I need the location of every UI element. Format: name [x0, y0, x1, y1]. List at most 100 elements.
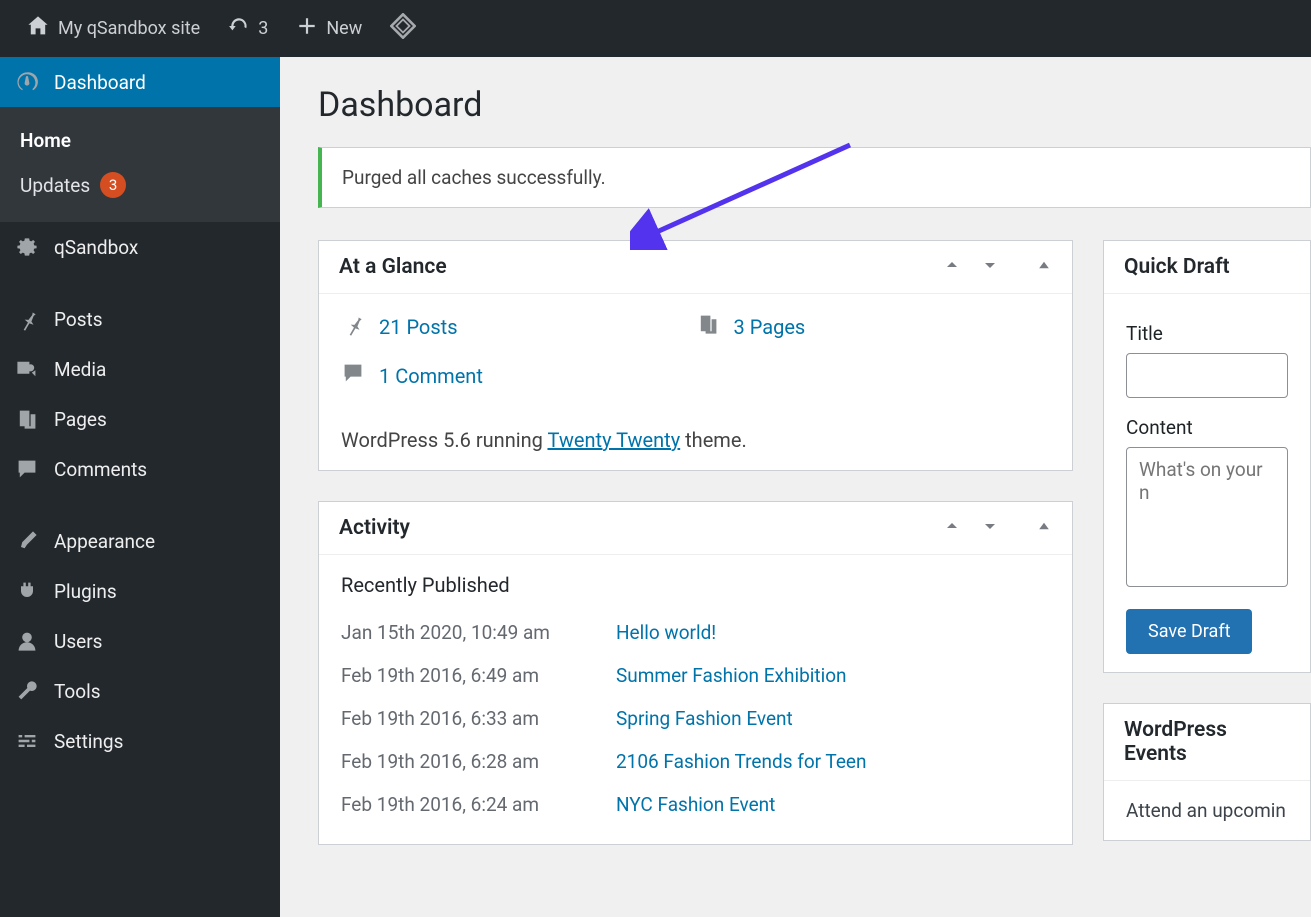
content-label: Content	[1126, 416, 1288, 439]
title-label: Title	[1126, 322, 1288, 345]
pin-icon	[14, 307, 40, 331]
widget-header[interactable]: Quick Draft	[1104, 241, 1310, 294]
menu-label: Plugins	[54, 580, 117, 603]
menu-posts[interactable]: Posts	[0, 294, 280, 344]
activity-subtitle: Recently Published	[341, 573, 1050, 597]
updates-count: 3	[258, 18, 268, 39]
menu-label: Posts	[54, 308, 103, 331]
menu-media[interactable]: Media	[0, 344, 280, 394]
dashboard-icon	[14, 70, 40, 94]
activity-row: Feb 19th 2016, 6:24 amNYC Fashion Event	[341, 783, 1050, 826]
activity-date: Feb 19th 2016, 6:28 am	[341, 750, 616, 773]
at-a-glance-widget: At a Glance 21 Posts	[318, 240, 1073, 471]
activity-post-link[interactable]: 2106 Fashion Trends for Teen	[616, 750, 867, 773]
activity-widget: Activity Recently Published Jan 15th 202…	[318, 501, 1073, 845]
comments-count-link[interactable]: 1 Comment	[341, 361, 1050, 390]
wordpress-version-text: WordPress 5.6 running Twenty Twenty them…	[341, 410, 1050, 452]
activity-post-link[interactable]: Spring Fashion Event	[616, 707, 793, 730]
plus-icon	[296, 15, 318, 42]
success-notice: Purged all caches successfully.	[318, 147, 1311, 208]
menu-qsandbox[interactable]: qSandbox	[0, 222, 280, 272]
dashboard-submenu: Home Updates 3	[0, 107, 280, 222]
activity-post-link[interactable]: Summer Fashion Exhibition	[616, 664, 847, 687]
page-title: Dashboard	[318, 85, 1311, 125]
wrench-icon	[14, 679, 40, 703]
menu-settings[interactable]: Settings	[0, 716, 280, 766]
new-content-link[interactable]: New	[282, 0, 376, 57]
site-name: My qSandbox site	[58, 18, 200, 39]
activity-row: Jan 15th 2020, 10:49 amHello world!	[341, 611, 1050, 654]
activity-post-link[interactable]: NYC Fashion Event	[616, 793, 775, 816]
menu-label: qSandbox	[54, 236, 138, 259]
sliders-icon	[14, 729, 40, 753]
menu-label: Media	[54, 358, 106, 381]
activity-row: Feb 19th 2016, 6:33 amSpring Fashion Eve…	[341, 697, 1050, 740]
toggle-icon[interactable]	[1036, 518, 1052, 538]
menu-appearance[interactable]: Appearance	[0, 516, 280, 566]
widget-title: Activity	[339, 516, 410, 540]
pages-count-link[interactable]: 3 Pages	[696, 312, 1051, 341]
activity-post-link[interactable]: Hello world!	[616, 621, 716, 644]
pin-icon	[341, 312, 365, 341]
updates-toolbar-link[interactable]: 3	[214, 0, 282, 57]
widget-title: WordPress Events	[1124, 718, 1290, 766]
toggle-icon[interactable]	[1036, 257, 1052, 277]
pages-icon	[14, 407, 40, 431]
activity-date: Feb 19th 2016, 6:33 am	[341, 707, 616, 730]
user-icon	[14, 629, 40, 653]
menu-label: Dashboard	[54, 71, 146, 94]
widget-header[interactable]: Activity	[319, 502, 1072, 555]
submenu-updates[interactable]: Updates 3	[20, 162, 280, 208]
media-icon	[14, 357, 40, 381]
notice-text: Purged all caches successfully.	[342, 166, 606, 189]
menu-tools[interactable]: Tools	[0, 666, 280, 716]
pages-icon	[696, 312, 720, 341]
comment-icon	[341, 361, 365, 390]
events-widget: WordPress Events Attend an upcomin	[1103, 703, 1311, 841]
menu-label: Pages	[54, 408, 107, 431]
draft-title-input[interactable]	[1126, 353, 1288, 398]
quick-draft-widget: Quick Draft Title Content Save Draft	[1103, 240, 1311, 673]
comments-icon	[14, 457, 40, 481]
diamond-icon	[390, 13, 416, 44]
updates-badge: 3	[100, 172, 126, 198]
menu-label: Settings	[54, 730, 123, 753]
gear-icon	[14, 235, 40, 259]
menu-label: Users	[54, 630, 102, 653]
widget-title: At a Glance	[339, 255, 447, 279]
menu-dashboard[interactable]: Dashboard	[0, 57, 280, 107]
menu-plugins[interactable]: Plugins	[0, 566, 280, 616]
menu-separator	[0, 272, 280, 294]
activity-row: Feb 19th 2016, 6:49 amSummer Fashion Exh…	[341, 654, 1050, 697]
posts-count-link[interactable]: 21 Posts	[341, 312, 696, 341]
plug-icon	[14, 579, 40, 603]
widget-title: Quick Draft	[1124, 255, 1230, 279]
brush-icon	[14, 529, 40, 553]
new-label: New	[326, 18, 362, 39]
move-up-icon[interactable]	[942, 516, 962, 540]
home-icon	[26, 14, 50, 43]
menu-users[interactable]: Users	[0, 616, 280, 666]
draft-content-input[interactable]	[1126, 447, 1288, 587]
move-down-icon[interactable]	[980, 516, 1000, 540]
menu-label: Comments	[54, 458, 147, 481]
cache-plugin-link[interactable]	[376, 0, 430, 57]
menu-pages[interactable]: Pages	[0, 394, 280, 444]
submenu-home[interactable]: Home	[20, 119, 280, 162]
activity-date: Jan 15th 2020, 10:49 am	[341, 621, 616, 644]
move-up-icon[interactable]	[942, 255, 962, 279]
main-content: Dashboard Purged all caches successfully…	[280, 57, 1311, 917]
events-text: Attend an upcomin	[1104, 781, 1310, 840]
activity-date: Feb 19th 2016, 6:24 am	[341, 793, 616, 816]
activity-row: Feb 19th 2016, 6:28 am2106 Fashion Trend…	[341, 740, 1050, 783]
save-draft-button[interactable]: Save Draft	[1126, 609, 1252, 654]
widget-header[interactable]: WordPress Events	[1104, 704, 1310, 781]
move-down-icon[interactable]	[980, 255, 1000, 279]
menu-label: Appearance	[54, 530, 155, 553]
admin-toolbar: My qSandbox site 3 New	[0, 0, 1311, 57]
menu-comments[interactable]: Comments	[0, 444, 280, 494]
theme-link[interactable]: Twenty Twenty	[547, 428, 680, 452]
site-home-link[interactable]: My qSandbox site	[12, 0, 214, 57]
admin-sidebar: Dashboard Home Updates 3 qSandbox Posts …	[0, 57, 280, 917]
widget-header[interactable]: At a Glance	[319, 241, 1072, 294]
